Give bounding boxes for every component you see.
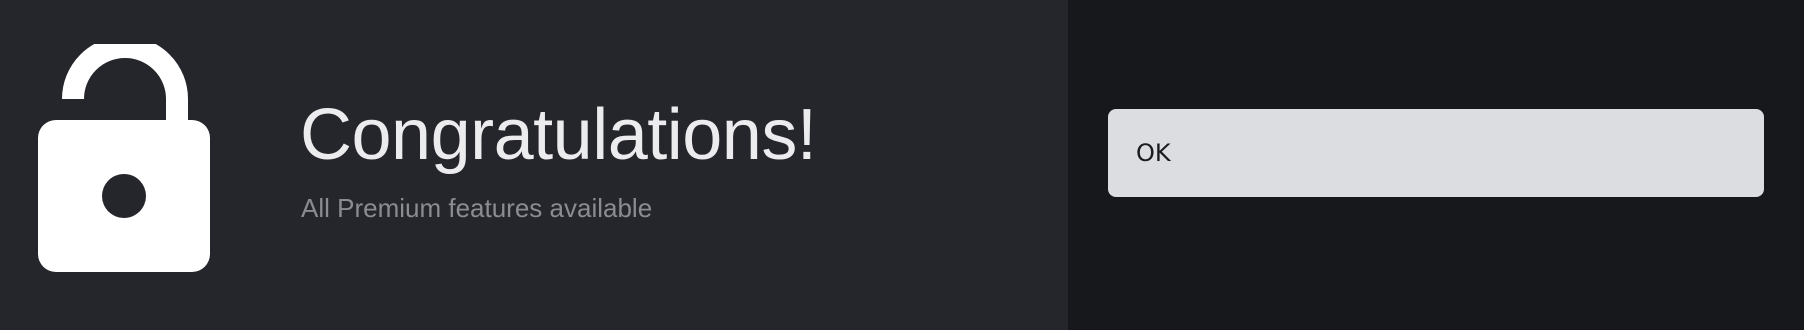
ok-button[interactable]: OK <box>1108 109 1764 197</box>
dialog-title: Congratulations! <box>300 95 817 175</box>
actions-panel: OK <box>1068 0 1804 330</box>
premium-unlocked-dialog: Congratulations! All Premium features av… <box>0 0 1804 330</box>
message-panel: Congratulations! All Premium features av… <box>0 0 1068 330</box>
dialog-subtitle: All Premium features available <box>301 193 653 223</box>
unlocked-padlock-icon <box>38 44 210 272</box>
